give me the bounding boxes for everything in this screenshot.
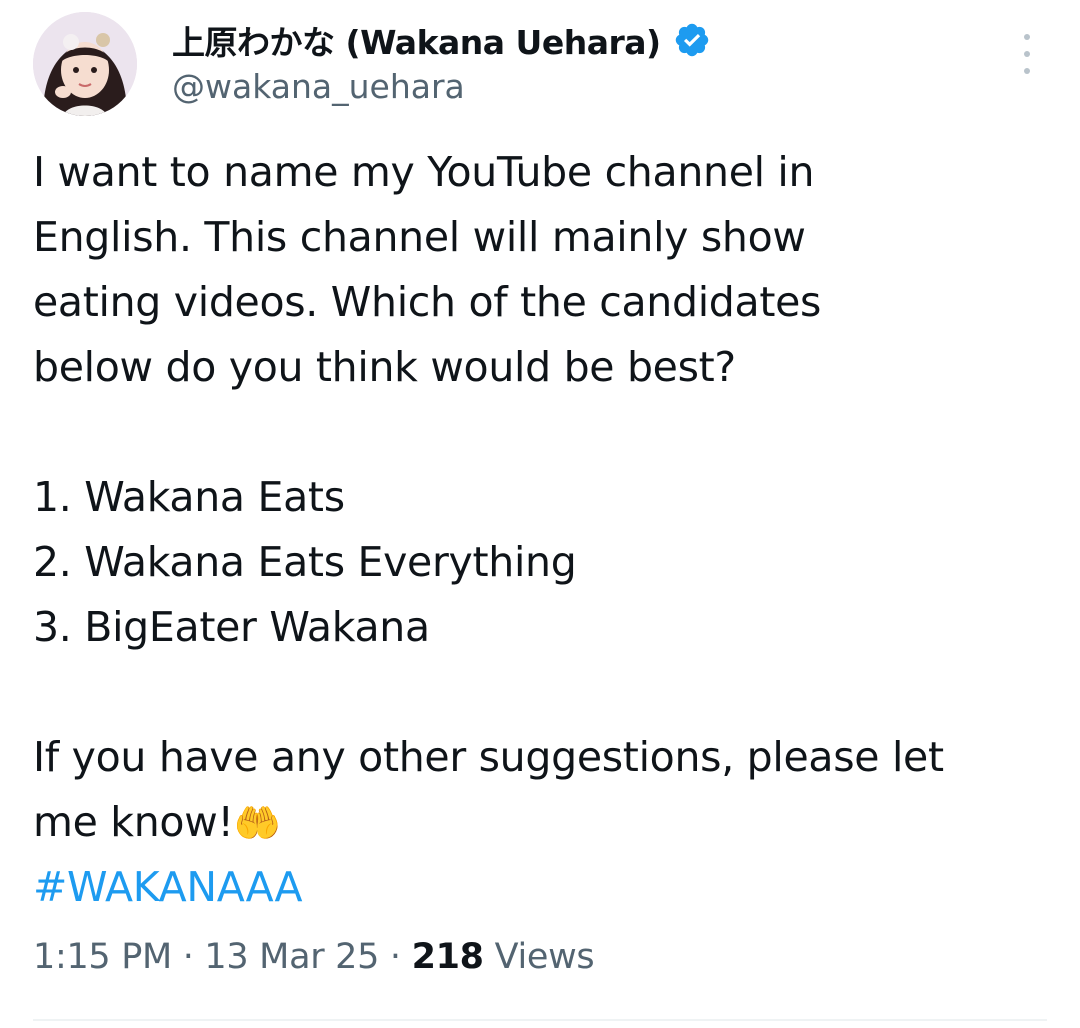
author-handle[interactable]: @wakana_uehara xyxy=(172,67,465,106)
more-options-icon[interactable] xyxy=(1012,34,1042,74)
dot xyxy=(1024,51,1030,57)
palms-up-emoji-icon: 🤲 xyxy=(233,801,281,845)
views-count: 218 xyxy=(411,937,484,977)
dot xyxy=(1024,68,1030,74)
meta-separator: · xyxy=(171,937,205,977)
closing-text: me know! xyxy=(33,798,234,846)
divider xyxy=(33,1019,1047,1021)
avatar[interactable] xyxy=(33,12,137,116)
hashtag-link[interactable]: #WAKANAAA xyxy=(33,855,1063,920)
tweet-time[interactable]: 1:15 PM xyxy=(33,937,172,977)
tweet-line: English. This channel will mainly show xyxy=(33,213,806,261)
meta-separator: · xyxy=(379,937,412,977)
tweet-date[interactable]: 13 Mar 25 xyxy=(204,937,379,977)
tweet-meta: 1:15 PM · 13 Mar 25 · 218 Views xyxy=(33,937,595,977)
verified-badge-icon xyxy=(673,21,711,59)
views-label: Views xyxy=(483,937,595,977)
display-name[interactable]: 上原わかな (Wakana Uehara) xyxy=(172,16,661,64)
tweet-text: I want to name my YouTube channel in Eng… xyxy=(33,140,1063,920)
option-item: 2. Wakana Eats Everything xyxy=(33,538,577,586)
tweet-line: eating videos. Which of the candidates xyxy=(33,278,822,326)
tweet-line: below do you think would be best? xyxy=(33,343,736,391)
option-item: 3. BigEater Wakana xyxy=(33,603,430,651)
dot xyxy=(1024,34,1030,40)
closing-line: If you have any other suggestions, pleas… xyxy=(33,733,944,781)
closing-line-with-emoji: me know!🤲 xyxy=(33,790,1063,855)
author-name-row[interactable]: 上原わかな (Wakana Uehara) xyxy=(172,16,711,64)
profile-photo xyxy=(33,12,137,116)
tweet-line: I want to name my YouTube channel in xyxy=(33,148,815,196)
option-item: 1. Wakana Eats xyxy=(33,473,345,521)
